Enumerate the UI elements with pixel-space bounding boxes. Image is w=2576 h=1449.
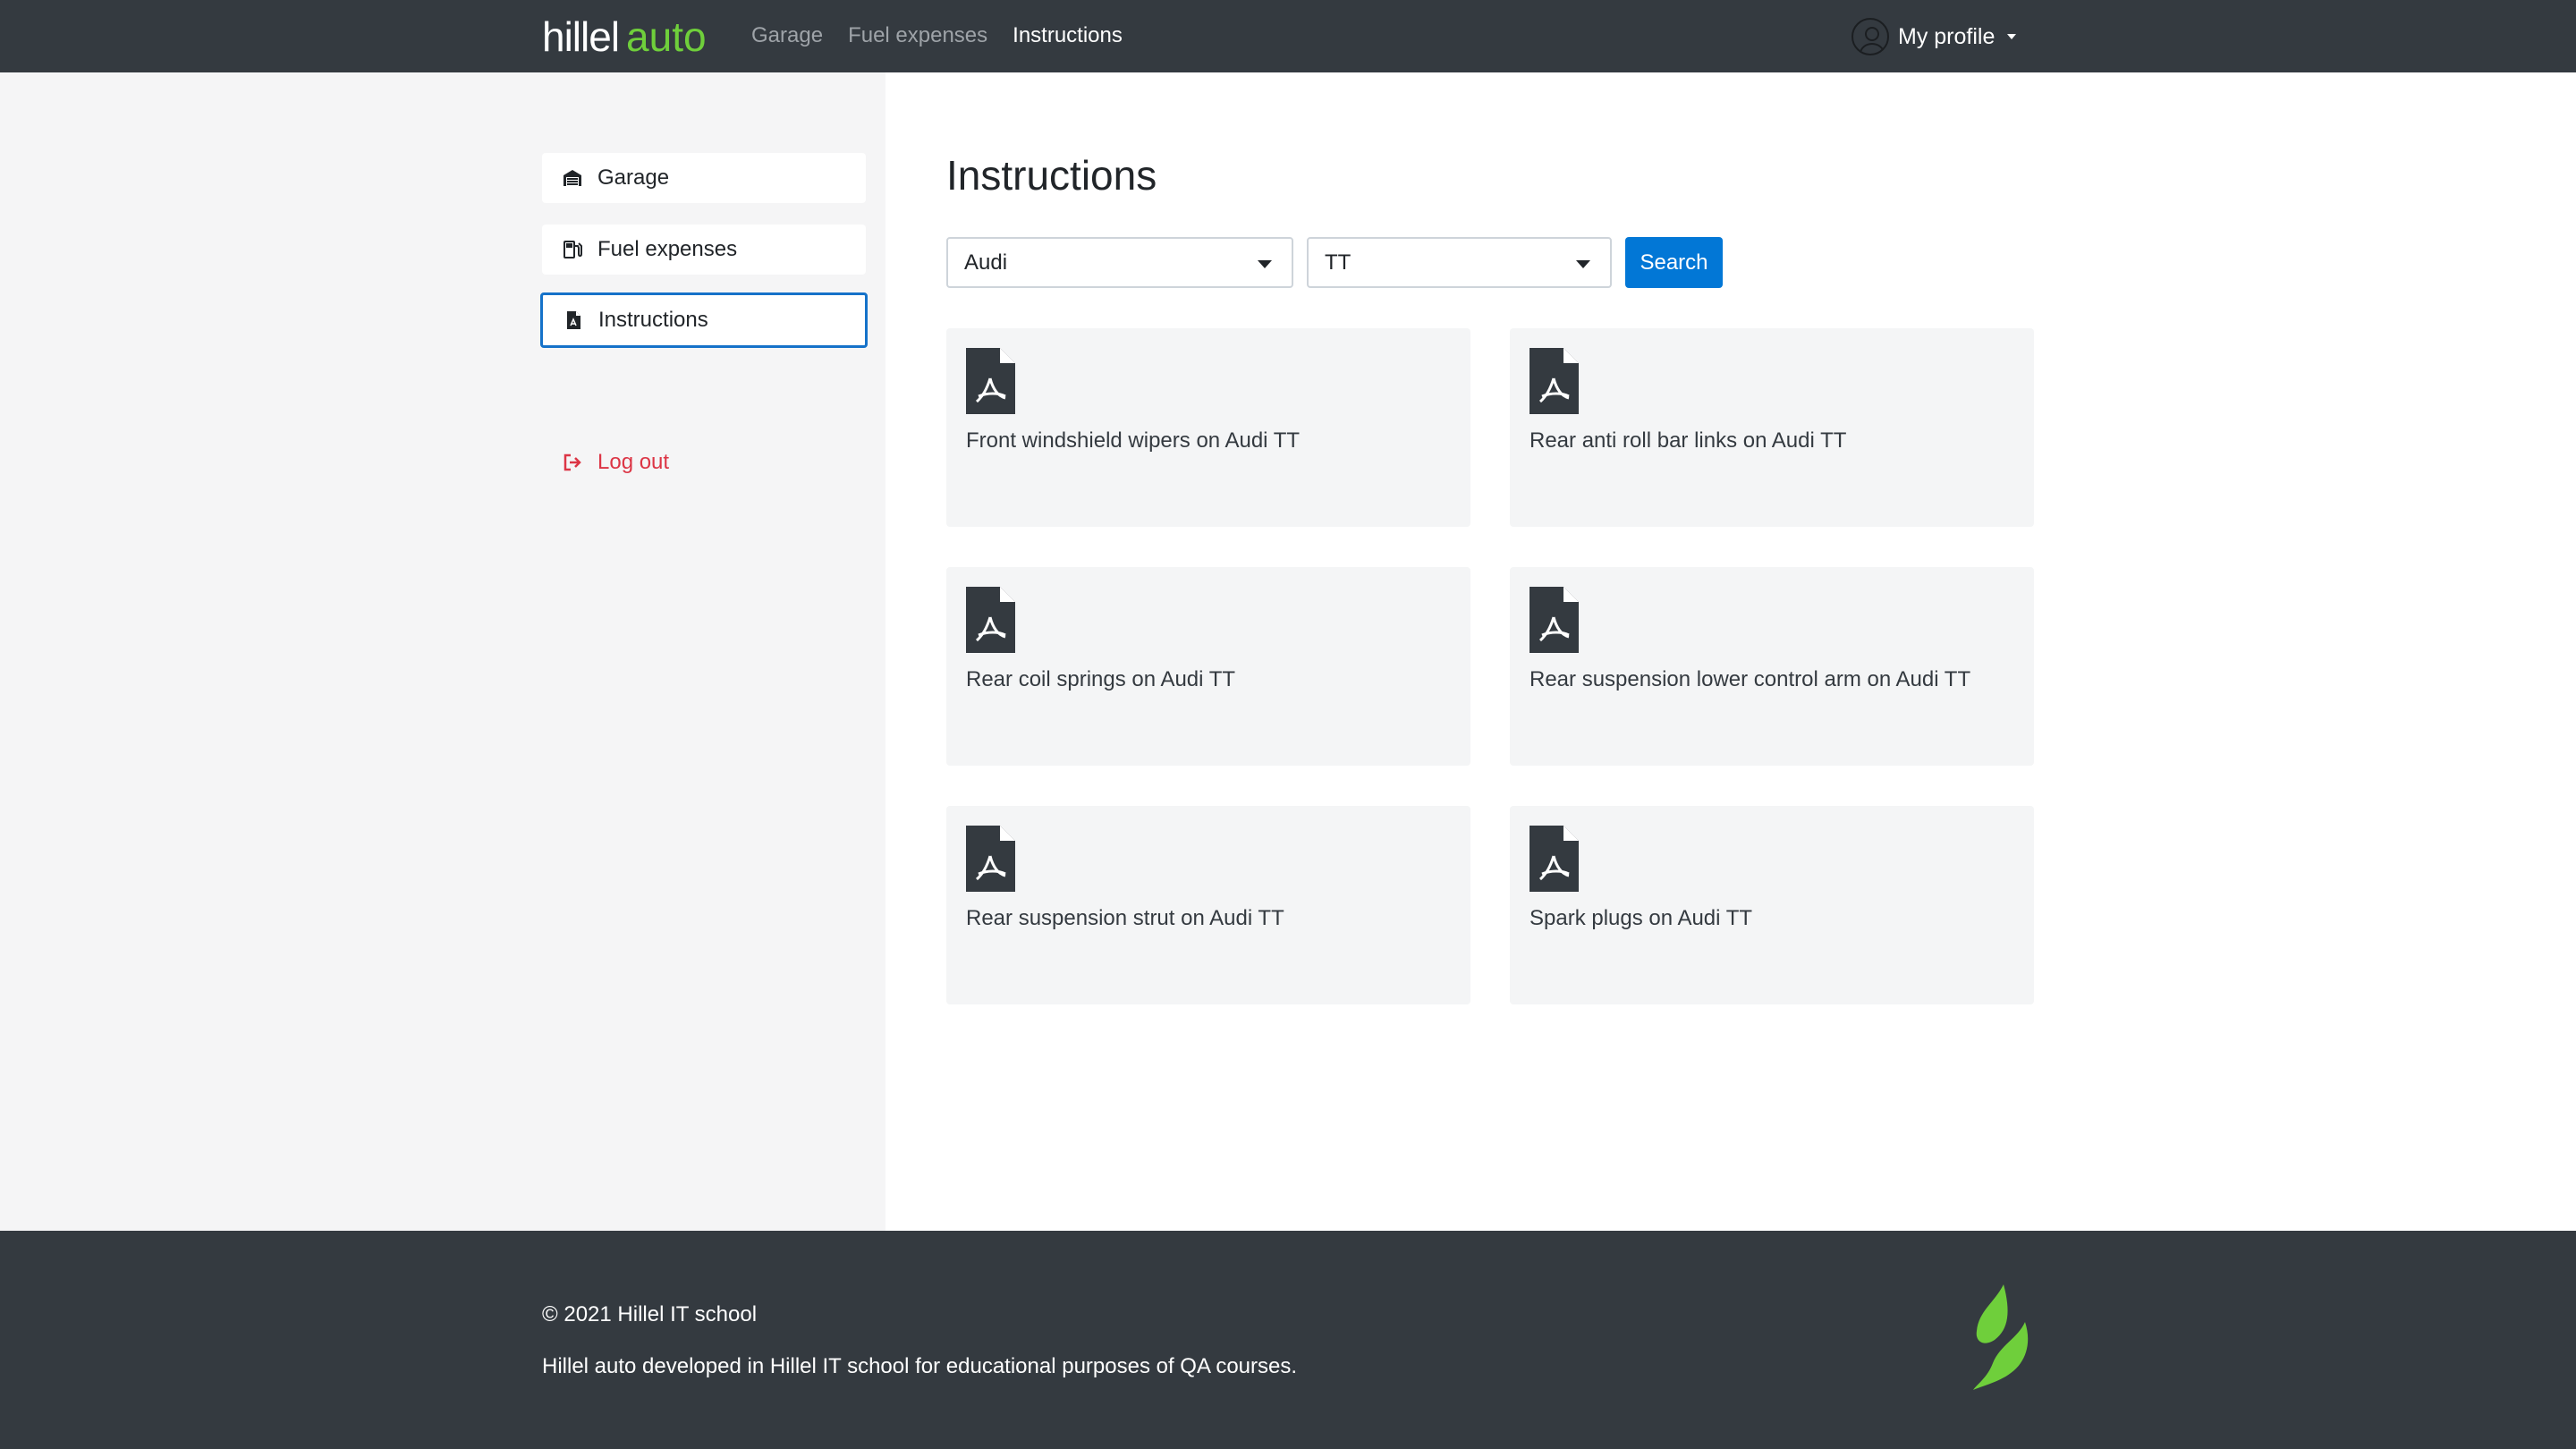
instruction-card-title: Rear suspension lower control arm on Aud… bbox=[1530, 667, 1971, 691]
instruction-card-title: Spark plugs on Audi TT bbox=[1530, 906, 1753, 930]
fuel-pump-icon bbox=[564, 241, 582, 258]
pdf-file-icon bbox=[1530, 826, 1579, 892]
logout-button[interactable]: Log out bbox=[562, 450, 669, 475]
sidebar-item-label: Instructions bbox=[598, 308, 708, 332]
pdf-file-icon bbox=[966, 587, 1015, 653]
topnav-instructions-link[interactable]: Instructions bbox=[1013, 23, 1123, 48]
logo-auto-text: auto bbox=[626, 13, 707, 60]
instruction-card-title: Front windshield wipers on Audi TT bbox=[966, 428, 1301, 453]
main-content: Instructions Audi TT Search Front windsh… bbox=[886, 72, 2576, 1231]
brand-select-value: Audi bbox=[964, 250, 1008, 275]
pdf-file-icon bbox=[1530, 348, 1579, 414]
logo-hillel-text: hillel bbox=[542, 13, 620, 60]
user-avatar-icon bbox=[1852, 18, 1889, 55]
instruction-card[interactable]: Spark plugs on Audi TT bbox=[1510, 806, 2034, 1004]
pdf-file-icon bbox=[966, 348, 1015, 414]
logout-label: Log out bbox=[597, 450, 670, 474]
sidebar-item-garage[interactable]: Garage bbox=[542, 153, 866, 203]
footer: © 2021 Hillel IT school Hillel auto deve… bbox=[0, 1231, 2576, 1449]
footer-description: Hillel auto developed in Hillel IT schoo… bbox=[542, 1354, 1298, 1378]
my-profile-label: My profile bbox=[1898, 23, 1996, 49]
page-title: Instructions bbox=[946, 152, 1157, 199]
brand-select[interactable]: Audi bbox=[946, 237, 1293, 288]
top-nav: Garage Fuel expenses Instructions bbox=[751, 23, 1123, 48]
logout-icon bbox=[564, 453, 581, 471]
instruction-card[interactable]: Rear suspension strut on Audi TT bbox=[946, 806, 1470, 1004]
model-select-value: TT bbox=[1325, 250, 1352, 275]
instruction-card-title: Rear suspension strut on Audi TT bbox=[966, 906, 1284, 930]
sidebar-item-label: Garage bbox=[597, 165, 670, 190]
sidebar-item-fuel-expenses[interactable]: Fuel expenses bbox=[542, 225, 866, 275]
chevron-down-icon bbox=[1576, 260, 1590, 268]
instruction-card[interactable]: Front windshield wipers on Audi TT bbox=[946, 328, 1470, 527]
instruction-card[interactable]: Rear suspension lower control arm on Aud… bbox=[1510, 567, 2034, 766]
sidebar-item-label: Fuel expenses bbox=[597, 237, 738, 261]
topnav-fuel-expenses-link[interactable]: Fuel expenses bbox=[848, 23, 987, 48]
hillel-leaf-logo-icon bbox=[1973, 1284, 2029, 1390]
topnav-garage-link[interactable]: Garage bbox=[751, 23, 823, 48]
sidebar: Garage Fuel expenses Instructions Log ou… bbox=[0, 72, 886, 1231]
garage-icon bbox=[564, 170, 581, 186]
chevron-down-icon bbox=[1258, 260, 1272, 268]
instruction-card[interactable]: Rear coil springs on Audi TT bbox=[946, 567, 1470, 766]
instruction-card-title: Rear anti roll bar links on Audi TT bbox=[1530, 428, 1847, 453]
model-select[interactable]: TT bbox=[1307, 237, 1612, 288]
pdf-file-icon bbox=[567, 311, 580, 329]
search-button[interactable]: Search bbox=[1625, 237, 1723, 288]
pdf-file-icon bbox=[1530, 587, 1579, 653]
sidebar-item-instructions[interactable]: Instructions bbox=[540, 292, 868, 348]
my-profile-dropdown[interactable]: My profile bbox=[1852, 18, 2017, 55]
instruction-card-title: Rear coil springs on Audi TT bbox=[966, 667, 1236, 691]
pdf-file-icon bbox=[966, 826, 1015, 892]
instruction-card[interactable]: Rear anti roll bar links on Audi TT bbox=[1510, 328, 2034, 527]
footer-copyright: © 2021 Hillel IT school bbox=[542, 1302, 758, 1326]
top-navbar: hillel auto Garage Fuel expenses Instruc… bbox=[0, 0, 2576, 72]
caret-down-icon bbox=[2007, 34, 2017, 39]
hillel-auto-logo[interactable]: hillel auto bbox=[542, 13, 707, 60]
